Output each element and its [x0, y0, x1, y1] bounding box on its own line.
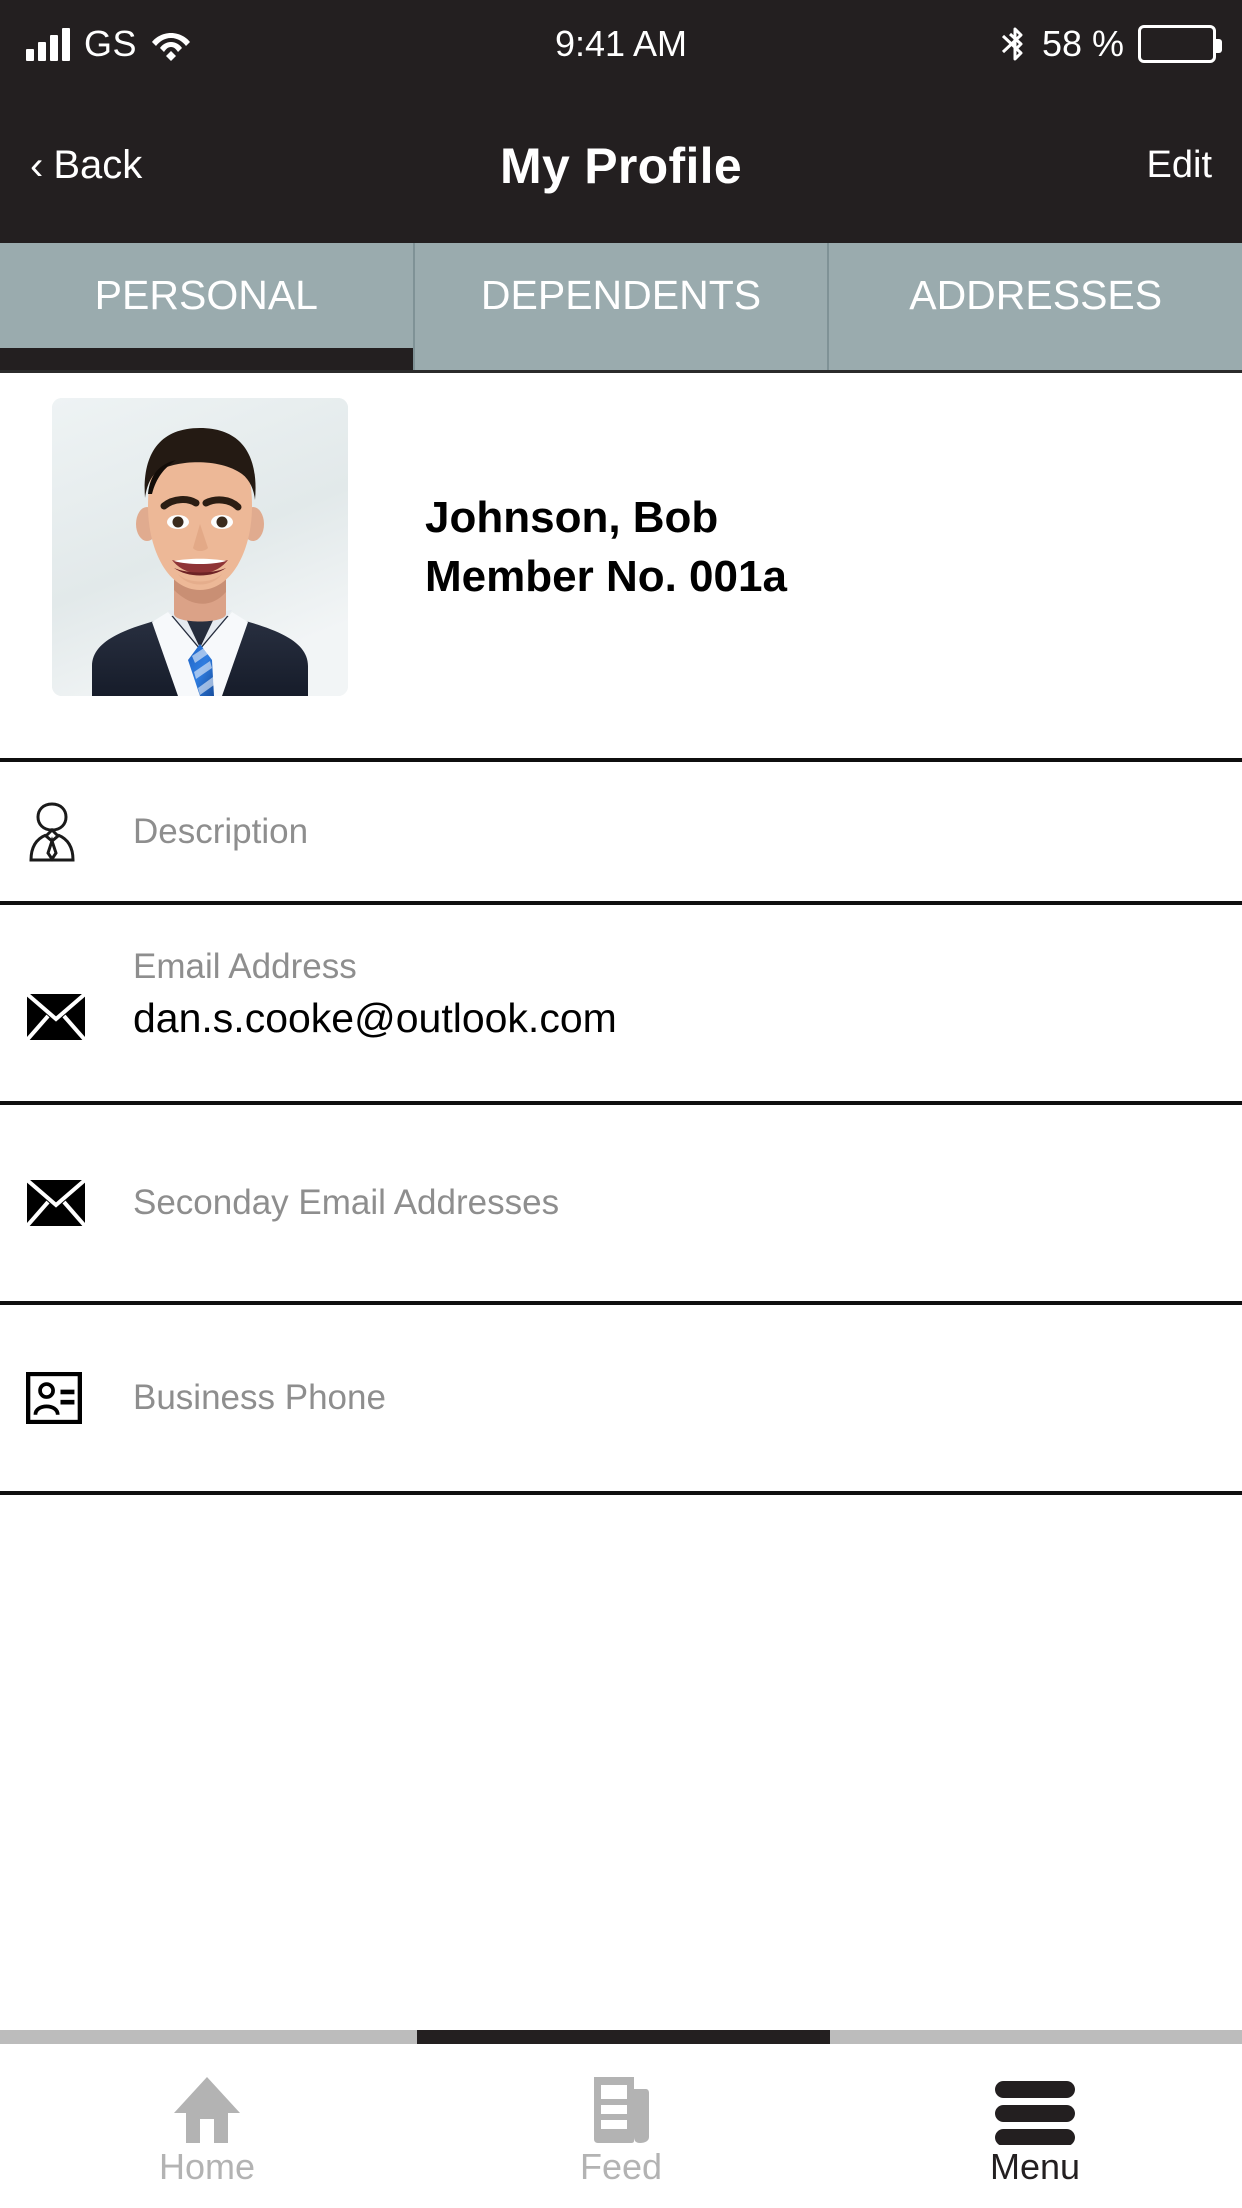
- newspaper-icon: [590, 2071, 652, 2145]
- home-icon: [172, 2071, 242, 2145]
- tab-addresses[interactable]: ADDRESSES: [829, 243, 1242, 370]
- status-left-group: GS: [26, 26, 191, 62]
- battery-icon: [1138, 25, 1222, 63]
- hamburger-icon: [992, 2071, 1078, 2145]
- field-row-business-phone[interactable]: Business Phone: [0, 1301, 1242, 1491]
- bottom-navigation-bar: Home Feed Menu: [0, 2048, 1242, 2208]
- field-body-business-phone: Business Phone: [121, 1376, 1242, 1420]
- field-row-secondary-email[interactable]: Seconday Email Addresses: [0, 1101, 1242, 1301]
- field-body-description: Description: [121, 810, 1242, 854]
- wifi-icon: [151, 27, 191, 61]
- page-title: My Profile: [500, 137, 742, 194]
- bluetooth-icon: [1001, 25, 1028, 63]
- field-label-description: Description: [133, 811, 309, 851]
- person-tie-icon: [26, 801, 121, 863]
- bottom-nav-home-label: Home: [158, 2146, 256, 2187]
- battery-percent-label: 58 %: [1041, 23, 1124, 64]
- status-bar: GS 9:41 AM 58 %: [0, 0, 1242, 88]
- status-right-group: 58 %: [1001, 23, 1222, 65]
- tab-dependents-label: DEPENDENTS: [480, 272, 762, 318]
- field-body-secondary-email: Seconday Email Addresses: [121, 1181, 1242, 1225]
- envelope-icon: [26, 945, 121, 1041]
- bottom-nav-menu-label: Menu: [989, 2146, 1081, 2187]
- chevron-left-icon: ‹: [30, 143, 44, 188]
- profile-name-block: Johnson, Bob Member No. 001a: [425, 493, 787, 602]
- scroll-position-indicator[interactable]: [0, 2026, 1242, 2048]
- field-value-email: dan.s.cooke@outlook.com: [133, 994, 617, 1041]
- field-label-secondary-email: Seconday Email Addresses: [133, 1183, 560, 1223]
- avatar[interactable]: [52, 398, 348, 696]
- back-button[interactable]: ‹ Back: [30, 143, 142, 188]
- field-row-description[interactable]: Description: [0, 758, 1242, 901]
- tab-personal-label: PERSONAL: [94, 272, 318, 318]
- bottom-nav-menu[interactable]: Menu: [828, 2048, 1242, 2208]
- edit-button[interactable]: Edit: [1147, 144, 1212, 187]
- profile-photo: [52, 398, 348, 696]
- field-row-email[interactable]: Email Address dan.s.cooke@outlook.com: [0, 901, 1242, 1101]
- tab-addresses-label: ADDRESSES: [909, 272, 1163, 318]
- tab-personal[interactable]: PERSONAL: [0, 243, 415, 370]
- field-row-next-partial[interactable]: [0, 1491, 1242, 1547]
- signal-bars-icon: [26, 27, 70, 61]
- navigation-bar: ‹ Back My Profile Edit: [0, 88, 1242, 243]
- field-body-email: Email Address dan.s.cooke@outlook.com: [121, 945, 1242, 1044]
- bottom-nav-home[interactable]: Home: [0, 2048, 414, 2208]
- field-label-business-phone: Business Phone: [133, 1378, 386, 1418]
- tab-dependents[interactable]: DEPENDENTS: [414, 243, 830, 370]
- profile-content-scroll[interactable]: Johnson, Bob Member No. 001a Description: [0, 373, 1242, 2026]
- phone-screen: GS 9:41 AM 58 % ‹ Back My Profile Edit P…: [0, 0, 1242, 2208]
- field-label-email: Email Address: [133, 947, 357, 986]
- carrier-label: GS: [84, 23, 138, 64]
- scroll-track[interactable]: [0, 2030, 1242, 2044]
- bottom-nav-feed[interactable]: Feed: [414, 2048, 828, 2208]
- profile-header: Johnson, Bob Member No. 001a: [0, 373, 1242, 758]
- back-button-label: Back: [53, 143, 143, 187]
- profile-full-name: Johnson, Bob: [425, 493, 719, 542]
- bottom-nav-feed-label: Feed: [579, 2146, 663, 2187]
- profile-member-number: Member No. 001a: [425, 552, 787, 602]
- envelope-icon: [26, 1179, 121, 1227]
- segment-tab-bar: PERSONAL DEPENDENTS ADDRESSES: [0, 243, 1242, 373]
- scroll-thumb[interactable]: [417, 2030, 830, 2044]
- contact-card-icon: [26, 1372, 121, 1424]
